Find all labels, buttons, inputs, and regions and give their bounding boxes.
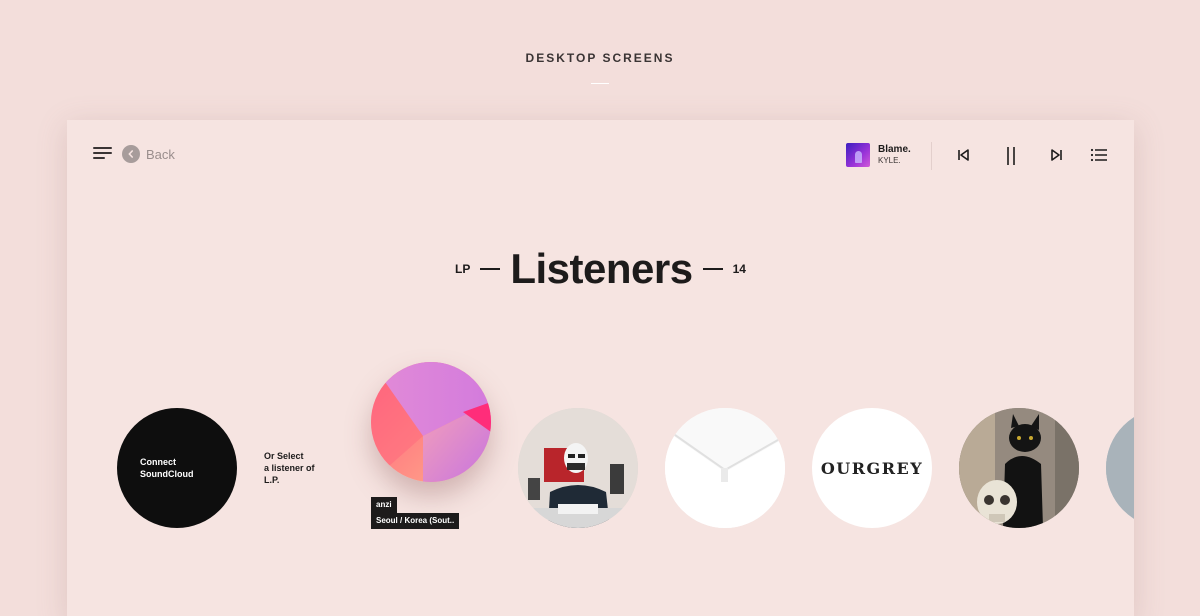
app-window: Back Blame. KYLE. LP Listeners 14 Connec… — [67, 120, 1134, 616]
album-art-thumbnail — [846, 143, 870, 167]
back-label: Back — [146, 146, 175, 162]
menu-icon[interactable] — [93, 147, 112, 161]
active-listener-location: Seoul / Korea (Sout.. — [371, 513, 460, 529]
playlist-icon[interactable] — [1090, 147, 1108, 163]
header-divider — [931, 142, 932, 170]
or-select-line1: Or Select — [264, 451, 304, 461]
listener-avatar[interactable] — [959, 408, 1079, 528]
title-dash-right — [702, 268, 723, 270]
or-select-text: Or Select a listener of L.P. — [264, 450, 334, 486]
section-underline — [591, 83, 609, 84]
listener-avatar-active[interactable] — [371, 362, 491, 482]
active-listener-name: anzi — [371, 497, 397, 513]
now-playing[interactable]: Blame. KYLE. — [846, 143, 911, 167]
now-playing-artist: KYLE. — [878, 156, 901, 165]
page-title: Listeners — [510, 245, 693, 292]
or-select-line2: a listener of — [264, 463, 315, 473]
now-playing-title: Blame. — [878, 144, 911, 155]
pause-icon[interactable] — [1005, 147, 1017, 165]
listener-logo-text: OURGREY — [820, 458, 924, 478]
listener-avatar[interactable] — [1106, 408, 1134, 528]
connect-label-line2: SoundCloud — [140, 469, 194, 479]
listener-avatar[interactable] — [518, 408, 638, 528]
listener-count: 14 — [732, 262, 746, 276]
listener-avatar[interactable] — [665, 408, 785, 528]
connect-soundcloud-button[interactable]: Connect SoundCloud — [117, 408, 237, 528]
previous-icon[interactable] — [957, 147, 971, 163]
title-dash-left — [480, 268, 501, 270]
next-icon[interactable] — [1049, 147, 1063, 163]
back-button[interactable]: Back — [122, 145, 175, 163]
or-select-line3: L.P. — [264, 475, 280, 485]
chevron-left-icon — [122, 145, 140, 163]
page-title-row: LP Listeners 14 — [67, 246, 1134, 292]
listener-avatar[interactable]: OURGREY — [812, 408, 932, 528]
connect-label-line1: Connect — [140, 457, 176, 467]
title-prefix: LP — [455, 262, 471, 276]
section-title: DESKTOP SCREENS — [525, 51, 675, 65]
